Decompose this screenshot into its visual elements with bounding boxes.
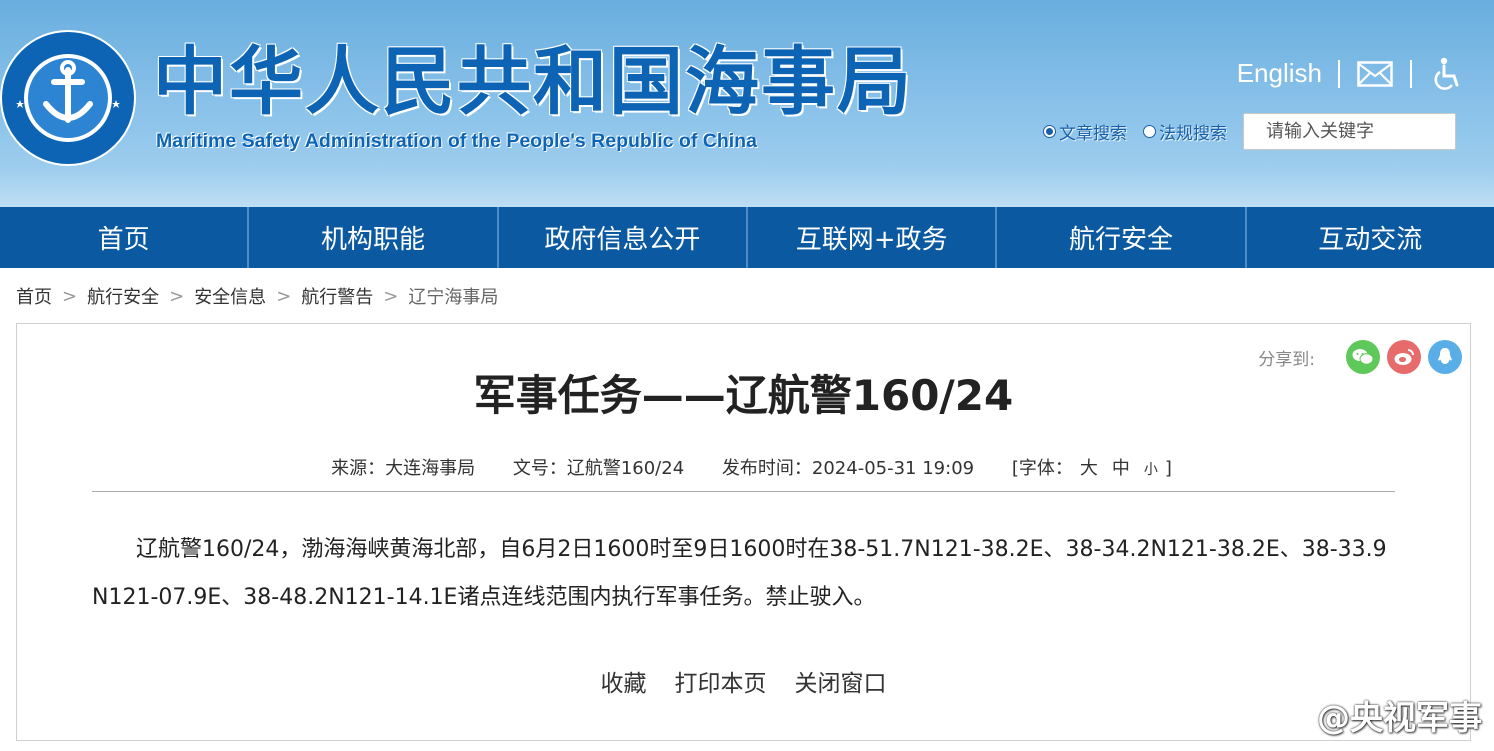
nav-item-gov-info[interactable]: 政府信息公开	[496, 207, 746, 268]
mail-icon[interactable]	[1356, 59, 1394, 89]
article-panel: 分享到: 军事任务——辽航警160/24 来源：大连海事局 文号：辽航警160/…	[16, 323, 1471, 741]
breadcrumb-separator: >	[383, 285, 399, 307]
font-small-button[interactable]: 小	[1144, 462, 1158, 478]
breadcrumb-nav-warnings[interactable]: 航行警告	[301, 283, 373, 309]
site-title: 中华人民共和国海事局	[153, 39, 913, 125]
font-size-label: [字体：	[1011, 458, 1073, 479]
breadcrumb: 首页 > 航行安全 > 安全信息 > 航行警告 > 辽宁海事局	[0, 268, 1494, 324]
favorite-button[interactable]: 收藏	[601, 664, 647, 698]
breadcrumb-separator: >	[169, 285, 185, 307]
breadcrumb-separator: >	[276, 285, 292, 307]
weibo-watermark-icon	[1269, 699, 1311, 733]
english-link[interactable]: English	[1237, 58, 1322, 89]
site-header: 中华人民共和国海事局 Maritime Safety Administratio…	[0, 0, 1494, 207]
radio-selected[interactable]	[1043, 125, 1056, 138]
close-window-button[interactable]: 关闭窗口	[795, 664, 887, 698]
font-medium-button[interactable]: 中	[1112, 458, 1130, 479]
nav-item-home[interactable]: 首页	[0, 207, 247, 268]
print-button[interactable]: 打印本页	[675, 664, 767, 698]
divider	[1338, 59, 1340, 88]
article-source: 来源：大连海事局	[331, 458, 476, 479]
radio-unselected[interactable]	[1143, 125, 1156, 138]
nav-item-functions[interactable]: 机构职能	[247, 207, 496, 268]
article-doc-number: 文号：辽航警160/24	[512, 458, 685, 479]
nav-item-interaction[interactable]: 互动交流	[1244, 207, 1494, 268]
breadcrumb-home[interactable]: 首页	[16, 283, 52, 309]
nav-item-internet-gov[interactable]: 互联网+政务	[745, 207, 995, 268]
breadcrumb-safety-info[interactable]: 安全信息	[194, 283, 266, 309]
site-subtitle: Maritime Safety Administration of the Pe…	[156, 130, 757, 152]
main-nav: 首页 机构职能 政府信息公开 互联网+政务 航行安全 互动交流	[0, 207, 1494, 268]
meta-divider	[92, 491, 1395, 492]
breadcrumb-separator: >	[62, 285, 78, 307]
nav-item-navigation-safety[interactable]: 航行安全	[995, 207, 1244, 268]
article-body: 辽航警160/24，渤海海峡黄海北部，自6月2日1600时至9日1600时在38…	[92, 537, 1387, 610]
search-option-articles[interactable]: 文章搜索	[1043, 119, 1127, 144]
article-publish-time: 发布时间：2024-05-31 19:09	[721, 458, 975, 479]
top-links: English	[1237, 57, 1466, 90]
divider	[1410, 59, 1412, 88]
search-area: 文章搜索 法规搜索	[1043, 113, 1456, 150]
watermark-text: @央视军事	[1317, 698, 1482, 737]
search-option-regulations[interactable]: 法规搜索	[1143, 119, 1227, 144]
article-title: 军事任务——辽航警160/24	[473, 371, 1014, 420]
font-size-control: [字体： 大中小]	[1012, 458, 1172, 479]
search-input[interactable]	[1243, 113, 1456, 150]
article-meta: 来源：大连海事局 文号：辽航警160/24 发布时间：2024-05-31 19…	[17, 454, 1470, 480]
font-size-close-bracket: ]	[1164, 458, 1172, 479]
breadcrumb-navigation-safety[interactable]: 航行安全	[87, 283, 159, 309]
font-large-button[interactable]: 大	[1080, 458, 1098, 479]
china-msa-logo[interactable]	[0, 28, 138, 168]
breadcrumb-liaoning-msa[interactable]: 辽宁海事局	[408, 283, 498, 309]
article-actions: 收藏 打印本页 关闭窗口	[17, 664, 1470, 698]
watermark: @央视军事	[1269, 691, 1482, 739]
wheelchair-icon[interactable]	[1428, 57, 1466, 90]
